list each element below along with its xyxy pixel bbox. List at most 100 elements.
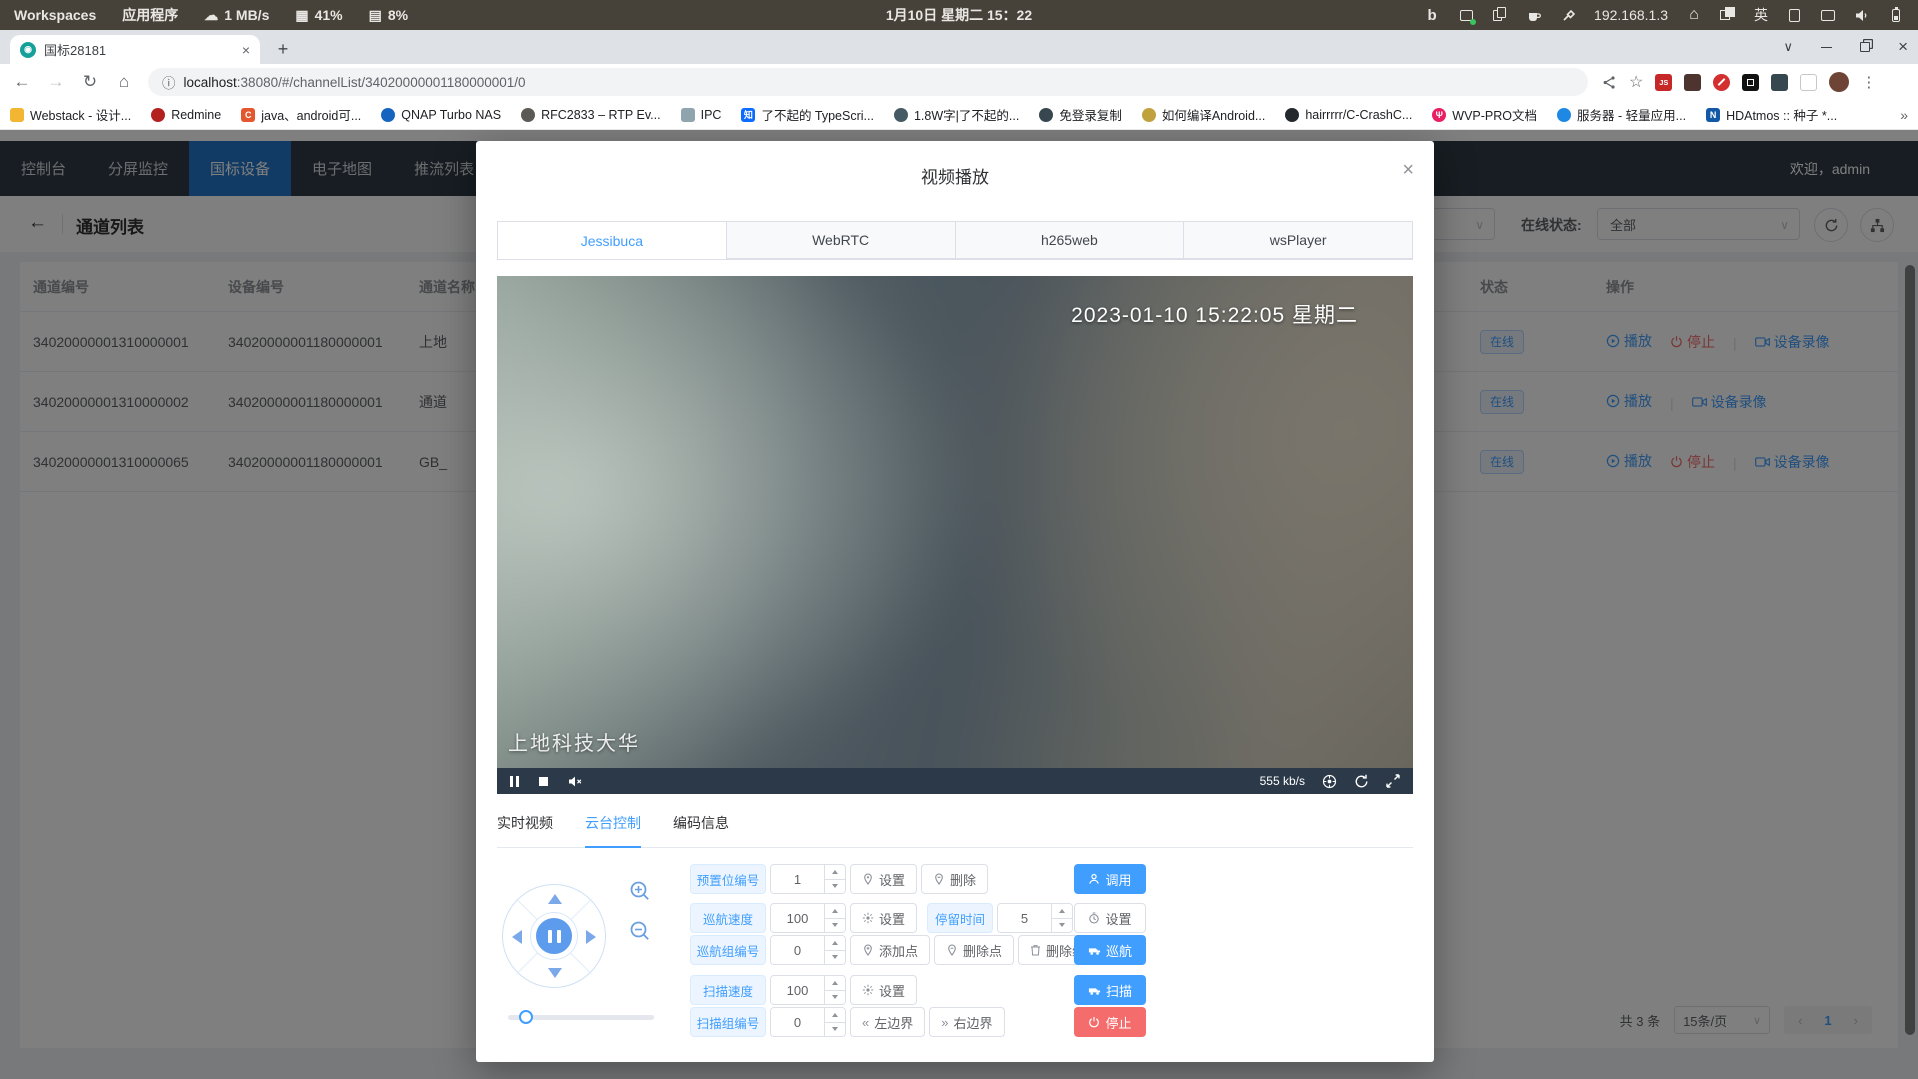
extension-light-icon[interactable] <box>1800 74 1817 91</box>
mute-icon[interactable] <box>568 775 583 788</box>
ptz-down-icon[interactable] <box>548 968 562 978</box>
scan-speed-decrease-icon[interactable] <box>825 991 845 1005</box>
slider-handle[interactable] <box>519 1010 533 1024</box>
extension-blocker-icon[interactable] <box>1713 74 1730 91</box>
bookmark-item[interactable]: Redmine <box>151 108 221 122</box>
extension-js-icon[interactable]: JS <box>1655 74 1672 91</box>
bookmark-item[interactable]: 1.8W字|了不起的... <box>894 105 1019 124</box>
preset-set-button[interactable]: 设置 <box>850 864 917 894</box>
screenshot-tray-icon[interactable] <box>1458 7 1474 23</box>
volume-tray-icon[interactable] <box>1854 7 1870 23</box>
cruise-speed-set-button[interactable]: 设置 <box>850 903 917 933</box>
dwell-increase-icon[interactable] <box>1052 904 1072 919</box>
bookmark-star-icon[interactable]: ☆ <box>1629 72 1643 92</box>
extension-pin-icon[interactable] <box>1771 74 1788 91</box>
profile-avatar[interactable] <box>1829 72 1849 92</box>
new-tab-button[interactable]: + <box>272 39 294 60</box>
cruise-group-decrease-icon[interactable] <box>825 951 845 965</box>
bookmark-item[interactable]: Webstack - 设计... <box>10 105 131 124</box>
extension-dark-icon[interactable] <box>1684 74 1701 91</box>
cruise-group-input[interactable] <box>771 936 824 964</box>
scan-speed-set-button[interactable]: 设置 <box>850 975 917 1005</box>
preset-decrease-icon[interactable] <box>825 880 845 894</box>
window-restore-button[interactable] <box>1860 42 1870 52</box>
delete-point-button[interactable]: 删除点 <box>934 935 1014 965</box>
bookmark-item[interactable]: RFC2833 – RTP Ev... <box>521 108 661 122</box>
site-info-icon[interactable]: ⓘ <box>162 72 176 92</box>
scan-group-decrease-icon[interactable] <box>825 1023 845 1037</box>
left-border-button[interactable]: « 左边界 <box>850 1007 925 1037</box>
scan-speed-input[interactable] <box>771 976 824 1004</box>
bookmark-item[interactable]: hairrrrr/C-CrashC... <box>1285 108 1412 122</box>
address-bar[interactable]: ⓘ localhost:38080/#/channelList/34020000… <box>148 68 1588 96</box>
window-minimize-button[interactable] <box>1821 47 1832 48</box>
battery-tray-icon[interactable] <box>1888 7 1904 23</box>
window-close-button[interactable]: × <box>1898 37 1908 57</box>
preset-input[interactable] <box>771 865 824 893</box>
bookmark-item[interactable]: NHDAtmos :: 种子 *... <box>1706 105 1837 124</box>
workspaces-button[interactable]: Workspaces <box>14 7 96 23</box>
dwell-decrease-icon[interactable] <box>1052 919 1072 933</box>
bookmark-item[interactable]: 服务器 - 轻量应用... <box>1557 105 1686 124</box>
player-tab-h265web[interactable]: h265web <box>956 222 1185 259</box>
bing-tray-icon[interactable]: b <box>1424 7 1440 23</box>
scan-start-button[interactable]: 扫描 <box>1074 975 1146 1005</box>
display-tray-icon[interactable] <box>1820 7 1836 23</box>
ptz-stop-pan-button[interactable] <box>531 913 577 959</box>
ptz-stop-button[interactable]: 停止 <box>1074 1007 1146 1037</box>
video-player[interactable]: 2023-01-10 15:22:05 星期二 上地科技大华 <box>497 276 1413 768</box>
player-tab-webrtc[interactable]: WebRTC <box>727 222 956 259</box>
caffeine-tray-icon[interactable] <box>1526 7 1542 23</box>
back-icon[interactable]: ← <box>12 72 32 92</box>
browser-tab[interactable]: ◉ 国标28181 × <box>10 35 260 64</box>
bookmark-item[interactable]: IPC <box>681 108 722 122</box>
clipboard-tray-icon[interactable] <box>1492 7 1508 23</box>
scan-speed-increase-icon[interactable] <box>825 976 845 991</box>
info-tab-1[interactable]: 实时视频 <box>497 813 553 847</box>
extension-reader-icon[interactable] <box>1742 74 1759 91</box>
info-tab-2[interactable]: 云台控制 <box>585 813 641 848</box>
ime-indicator[interactable]: 英 <box>1754 5 1768 25</box>
cruise-speed-decrease-icon[interactable] <box>825 919 845 933</box>
ptz-up-icon[interactable] <box>548 894 562 904</box>
preset-delete-button[interactable]: 删除 <box>921 864 988 894</box>
right-border-button[interactable]: » 右边界 <box>929 1007 1004 1037</box>
preset-call-button[interactable]: 调用 <box>1074 864 1146 894</box>
home-tray-icon[interactable]: ⌂ <box>1686 7 1702 23</box>
info-tab-3[interactable]: 编码信息 <box>673 813 729 847</box>
bookmark-item[interactable]: Cjava、android可... <box>241 105 361 124</box>
tab-search-icon[interactable]: ∨ <box>1784 39 1794 55</box>
ip-address[interactable]: 192.168.1.3 <box>1594 7 1668 23</box>
cruise-group-increase-icon[interactable] <box>825 936 845 951</box>
bookmark-item[interactable]: QNAP Turbo NAS <box>381 108 501 122</box>
applications-menu[interactable]: 应用程序 <box>122 5 178 25</box>
snapshot-icon[interactable] <box>1322 774 1337 789</box>
fullscreen-icon[interactable] <box>1386 774 1400 788</box>
preset-increase-icon[interactable] <box>825 865 845 880</box>
color-picker-tray-icon[interactable] <box>1560 7 1576 23</box>
ptz-left-icon[interactable] <box>512 930 522 944</box>
cruise-speed-increase-icon[interactable] <box>825 904 845 919</box>
forward-icon[interactable]: → <box>46 72 66 92</box>
pause-icon[interactable] <box>510 776 519 787</box>
ptz-direction-pad[interactable] <box>502 884 606 988</box>
clock[interactable]: 1月10日 星期二 15：22 <box>886 5 1032 25</box>
browser-menu-icon[interactable]: ⋮ <box>1861 73 1876 91</box>
player-tab-jessibuca[interactable]: Jessibuca <box>498 222 727 259</box>
reload-icon[interactable]: ↻ <box>80 72 100 92</box>
bookmark-item[interactable]: 免登录复制 <box>1039 105 1122 124</box>
stop-icon[interactable] <box>539 777 548 786</box>
add-point-button[interactable]: 添加点 <box>850 935 930 965</box>
screen-rotate-icon[interactable] <box>1786 7 1802 23</box>
bookmark-item[interactable]: 知了不起的 TypeScri... <box>741 105 874 124</box>
cruise-speed-input[interactable] <box>771 904 824 932</box>
zoom-out-icon[interactable] <box>628 919 652 943</box>
bookmark-item[interactable]: ΨWVP-PRO文档 <box>1432 105 1537 124</box>
bookmarks-overflow-icon[interactable]: » <box>1900 107 1908 123</box>
ptz-right-icon[interactable] <box>586 930 596 944</box>
refresh-stream-icon[interactable] <box>1354 774 1369 789</box>
dwell-time-input[interactable] <box>998 904 1051 932</box>
tab-close-icon[interactable]: × <box>242 42 250 58</box>
scan-group-input[interactable] <box>771 1008 824 1036</box>
ptz-speed-slider[interactable] <box>508 1015 654 1020</box>
